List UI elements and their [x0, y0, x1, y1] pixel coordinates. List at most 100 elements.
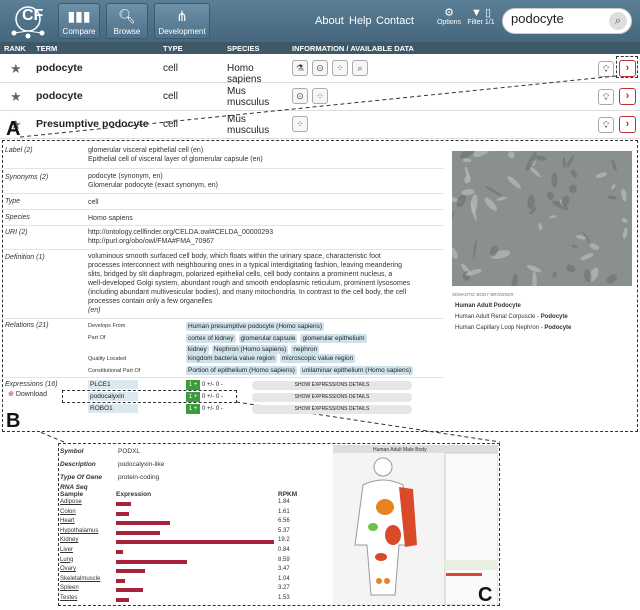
definition-line: processes interconnect with neighbouring… — [88, 262, 403, 269]
rnaseq-rpkm-value: 1.84 — [278, 499, 290, 505]
body-browser-item[interactable]: Human Capillary Loop Nephron - Podocyte — [455, 325, 571, 331]
uri-link[interactable]: http://ontology.cellfinder.org/CELDA.owl… — [88, 228, 273, 237]
rnaseq-rpkm-value: 5.37 — [278, 527, 290, 534]
panel-label-a: A — [6, 118, 21, 140]
rnaseq-bar — [116, 598, 129, 602]
body-browser-item[interactable]: Human Adult Renal Corpuscle - Podocyte — [455, 314, 568, 320]
rnaseq-sample-label[interactable]: Spleen — [60, 585, 79, 591]
rnaseq-sample-label[interactable]: Ovary — [60, 566, 76, 572]
rnaseq-sample-label[interactable]: Hypothalamus — [60, 528, 98, 534]
show-expressions-button[interactable]: SHOW EXPRESSIONS DETAILS — [252, 405, 412, 414]
rnaseq-sample-label[interactable]: Kidney — [60, 537, 78, 543]
cell-shape — [611, 184, 616, 190]
body-title: Human Adult Male Body — [373, 447, 427, 453]
cell-shape — [546, 191, 554, 200]
show-expressions-button[interactable]: SHOW EXPRESSIONS DETAILS — [252, 393, 412, 402]
body-browser-item-bold: Podocyte — [540, 314, 568, 320]
semantic-body-browser-title: SEMANTIC BODY BROWSER — [452, 292, 514, 297]
cell-shape — [562, 156, 566, 169]
rnaseq-bar — [116, 550, 123, 554]
positive-count-button[interactable]: 1 + — [186, 380, 200, 390]
show-expressions-button[interactable]: SHOW EXPRESSIONS DETAILS — [252, 381, 412, 390]
symbol-value: PODXL — [118, 448, 141, 455]
synonym-value: Glomerular podocyte (exact synonym, en) — [88, 182, 218, 189]
rnaseq-sample-label[interactable]: Heart — [60, 518, 75, 524]
relation-tags: kingdom bacteria value region microscopic… — [186, 354, 358, 363]
cell-shape — [551, 172, 558, 188]
download-label: Download — [15, 391, 47, 398]
body-browser-item[interactable]: Human Adult Podocyte — [455, 303, 521, 309]
rnaseq-bar — [116, 569, 145, 574]
rnaseq-bar — [116, 588, 143, 593]
relation-tag[interactable]: glomerular epithelium — [300, 334, 367, 343]
cell-shape — [538, 222, 543, 231]
rnaseq-rpkm-value: 8.59 — [278, 556, 290, 563]
relation-tag[interactable]: microscopic value region — [279, 354, 356, 363]
species-value: Homo sapiens — [88, 215, 133, 222]
synonyms-field: Synonyms (2) — [5, 174, 49, 181]
cell-shape — [511, 273, 518, 293]
relation-tag[interactable]: unilaminar epithelium (Homo sapiens) — [299, 366, 414, 375]
col-expression: Expression — [116, 491, 152, 498]
panel-label-c: C — [478, 584, 493, 606]
synonyms-values: podocyte (synonym, en) Glomerular podocy… — [88, 172, 218, 190]
expressions-field: Expressions (16) — [5, 381, 58, 388]
definition-line: (en) — [88, 307, 101, 314]
rnaseq-sample-label[interactable]: Colon — [60, 509, 76, 515]
uri-field: URI (2) — [5, 229, 28, 236]
download-icon: ⊕ — [8, 391, 14, 398]
body-browser-view[interactable]: Human Adult Male Body — [333, 445, 499, 606]
cell-shape — [470, 194, 478, 214]
rnaseq-sample-label[interactable]: Skeletalmuscle — [60, 576, 100, 582]
col-sample: Sample — [60, 491, 84, 498]
col-rpkm: RPKM — [278, 491, 298, 498]
body-browser-item-text: Human Adult Podocyte — [455, 303, 521, 309]
definition-text: voluminous smooth surfaced cell body, wh… — [88, 252, 443, 315]
expression-gene[interactable]: PLCE1 — [88, 380, 138, 389]
cell-shape — [606, 195, 617, 200]
rnaseq-sample-label[interactable]: Lung — [60, 557, 73, 563]
rnaseq-bar — [116, 511, 130, 516]
uri-link[interactable]: http://purl.org/obo/owl/FMA#FMA_70967 — [88, 237, 273, 246]
rnaseq-rpkm-value: 3.47 — [278, 566, 290, 573]
cell-shape — [580, 253, 594, 260]
rnaseq-rpkm-value: 1.04 — [278, 575, 290, 582]
relation-tag[interactable]: Human presumptive podocyte (Homo sapiens… — [186, 322, 325, 331]
expression-gene[interactable]: ROBO1 — [88, 404, 138, 413]
relation-tags: Human presumptive podocyte (Homo sapiens… — [186, 322, 327, 331]
rnaseq-sample-label[interactable]: Adipose — [60, 499, 82, 505]
download-link[interactable]: ⊕ Download — [8, 390, 47, 398]
rnaseq-bar — [116, 559, 187, 564]
description-field: Description — [60, 461, 96, 468]
label-values: glomerular visceral epithelial cell (en)… — [88, 146, 263, 164]
type-field: Type — [5, 198, 21, 205]
cell-shape — [548, 215, 558, 219]
rnaseq-sample-label[interactable]: Testes — [60, 595, 77, 601]
cell-shape — [621, 188, 627, 202]
rnaseq-bar — [116, 521, 170, 526]
definition-field: Definition (1) — [5, 254, 45, 261]
definition-line: voluminous smooth surfaced cell body, wh… — [88, 253, 381, 260]
cell-shape — [622, 227, 628, 239]
rnaseq-bar — [116, 540, 274, 545]
relation-tag[interactable]: glomerular capsule — [238, 334, 298, 343]
cell-shape — [535, 155, 547, 161]
relation-tag[interactable]: kidney — [186, 345, 209, 354]
positive-count-button[interactable]: 1 + — [186, 404, 200, 414]
relation-tags: Portion of epithelium (Homo sapiens) unil… — [186, 366, 416, 375]
cell-shape — [532, 271, 537, 292]
relation-tag[interactable]: nephron — [291, 345, 320, 354]
body-browser-item-text: Human Adult Renal Corpuscle - — [455, 314, 541, 320]
relation-tag[interactable]: Nephron (Homo sapiens) — [211, 345, 289, 354]
relation-tag[interactable]: kingdom bacteria value region — [186, 354, 277, 363]
relation-name: Constitutional Part Of — [88, 368, 141, 374]
relation-tag[interactable]: cortex of kidney — [186, 334, 236, 343]
cell-shape — [462, 158, 472, 163]
cell-shape — [552, 271, 557, 278]
description-value: podocalyxin-like — [118, 461, 165, 468]
rnaseq-sample-label[interactable]: Liver — [60, 547, 73, 553]
definition-line: processes contain only a few organelles — [88, 298, 213, 305]
relation-tag[interactable]: Portion of epithelium (Homo sapiens) — [186, 366, 297, 375]
rnaseq-label: RNA Seq — [60, 484, 88, 491]
rnaseq-rpkm-value: 6.56 — [278, 518, 290, 525]
